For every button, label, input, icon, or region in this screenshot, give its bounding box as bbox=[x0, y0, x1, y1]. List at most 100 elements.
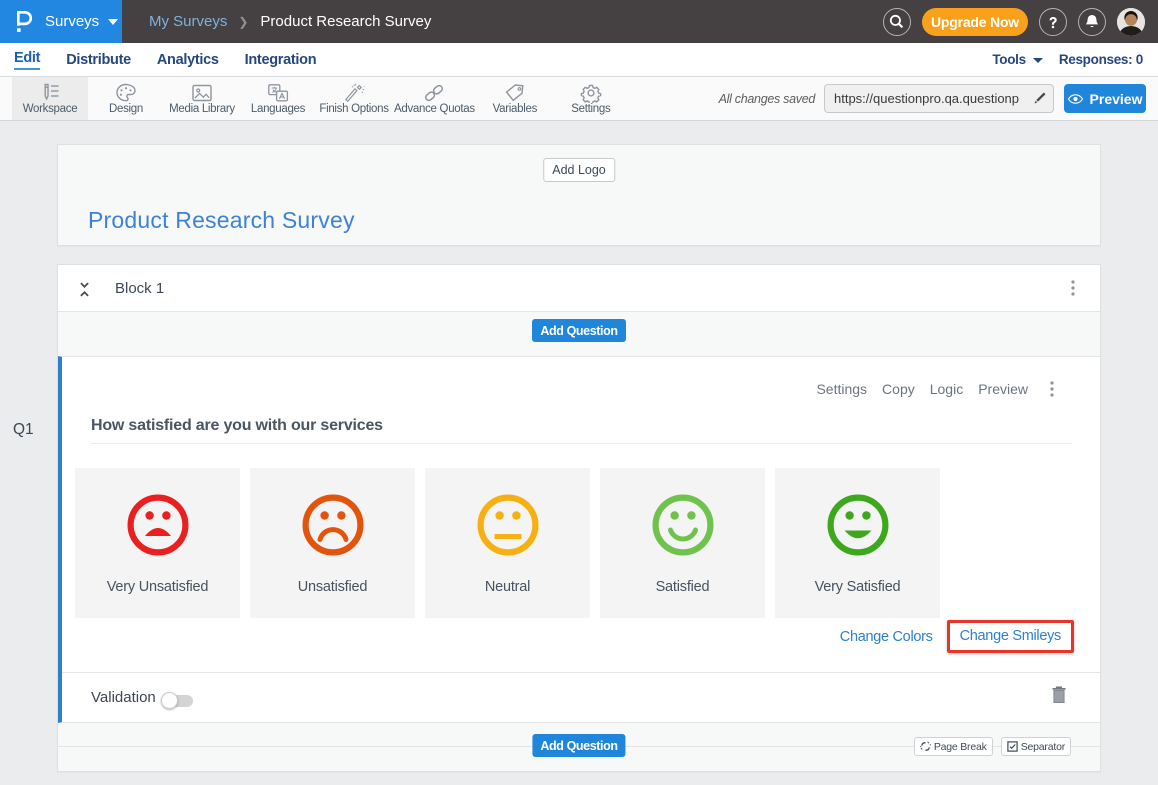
question-toolbar: Settings Copy Logic Preview bbox=[62, 357, 1100, 397]
smiley-option-very-unsatisfied[interactable]: Very Unsatisfied bbox=[75, 468, 240, 618]
question-preview-link[interactable]: Preview bbox=[978, 381, 1028, 397]
smiley-face-icon bbox=[302, 494, 364, 556]
question-copy-link[interactable]: Copy bbox=[882, 381, 915, 397]
product-menu-label: Surveys bbox=[45, 13, 99, 30]
change-smileys-link[interactable]: Change Smileys bbox=[960, 628, 1061, 644]
toolbar-item-languages[interactable]: Languages bbox=[240, 77, 316, 120]
breadcrumb-chevron-icon: ❯ bbox=[238, 15, 248, 29]
breadcrumb: My Surveys ❯ Product Research Survey bbox=[149, 0, 431, 43]
smiley-option-neutral[interactable]: Neutral bbox=[425, 468, 590, 618]
tools-menu[interactable]: Tools bbox=[992, 52, 1043, 67]
product-switcher[interactable]: Surveys bbox=[0, 0, 122, 43]
add-question-button-top[interactable]: Add Question bbox=[532, 319, 625, 342]
notifications-button[interactable] bbox=[1078, 8, 1106, 36]
smiley-label: Unsatisfied bbox=[298, 579, 368, 595]
toggle-knob bbox=[161, 692, 178, 709]
add-question-button-bottom[interactable]: Add Question bbox=[532, 734, 625, 757]
translate-icon bbox=[266, 83, 290, 103]
bell-icon bbox=[1085, 14, 1099, 29]
toolbar-item-label: Media Library bbox=[169, 103, 235, 115]
toolbar-item-label: Variables bbox=[493, 103, 537, 115]
tab-analytics[interactable]: Analytics bbox=[157, 52, 219, 68]
toolbar-item-design[interactable]: Design bbox=[88, 77, 164, 120]
smiley-face-icon bbox=[652, 494, 714, 556]
image-icon bbox=[190, 83, 214, 103]
question-mark-icon bbox=[1045, 14, 1061, 30]
toolbar-item-advance-quotas[interactable]: Advance Quotas bbox=[392, 77, 477, 120]
upgrade-now-button[interactable]: Upgrade Now bbox=[922, 8, 1028, 36]
smiley-label: Satisfied bbox=[656, 579, 710, 595]
chain-icon bbox=[421, 83, 447, 103]
breadcrumb-my-surveys[interactable]: My Surveys bbox=[149, 13, 227, 30]
page-break-button[interactable]: Page Break bbox=[914, 737, 993, 756]
tag-icon bbox=[503, 83, 527, 103]
toolbar-item-workspace[interactable]: Workspace bbox=[12, 77, 88, 120]
search-button[interactable] bbox=[883, 8, 911, 36]
toolbar-item-media-library[interactable]: Media Library bbox=[164, 77, 240, 120]
wand-icon bbox=[342, 83, 366, 103]
toolbar-item-label: Design bbox=[109, 103, 143, 115]
smiley-label: Very Unsatisfied bbox=[107, 579, 209, 595]
toolbar-item-settings[interactable]: Settings bbox=[553, 77, 629, 120]
question-card: Settings Copy Logic Preview How satisfie… bbox=[58, 356, 1100, 723]
page-break-icon bbox=[920, 741, 931, 752]
separator-icon bbox=[1007, 741, 1018, 752]
smiley-option-very-satisfied[interactable]: Very Satisfied bbox=[775, 468, 940, 618]
search-icon bbox=[889, 14, 904, 29]
gear-icon bbox=[579, 83, 603, 103]
question-text[interactable]: How satisfied are you with our services bbox=[91, 417, 383, 434]
toolbar-item-finish-options[interactable]: Finish Options bbox=[316, 77, 392, 120]
survey-url-input[interactable] bbox=[834, 91, 1032, 106]
smiley-option-satisfied[interactable]: Satisfied bbox=[600, 468, 765, 618]
toolbar-item-label: Languages bbox=[251, 103, 305, 115]
change-colors-link[interactable]: Change Colors bbox=[830, 624, 943, 650]
separator-button[interactable]: Separator bbox=[1001, 737, 1071, 756]
eye-icon bbox=[1068, 94, 1083, 104]
help-button[interactable] bbox=[1039, 8, 1067, 36]
tab-integration[interactable]: Integration bbox=[245, 52, 317, 68]
validation-label: Validation bbox=[91, 689, 156, 706]
toolbar-item-label: Settings bbox=[571, 103, 610, 115]
toolbar-item-label: Advance Quotas bbox=[394, 103, 475, 115]
question-number: Q1 bbox=[13, 421, 34, 439]
survey-header-card: Add Logo Product Research Survey bbox=[57, 144, 1101, 246]
change-smileys-highlight-box: Change Smileys bbox=[947, 620, 1074, 653]
survey-title[interactable]: Product Research Survey bbox=[88, 207, 355, 234]
toolbar-item-label: Finish Options bbox=[319, 103, 388, 115]
survey-url-box[interactable] bbox=[824, 84, 1054, 113]
user-avatar[interactable] bbox=[1117, 8, 1145, 36]
add-question-row-top: Add Question bbox=[58, 312, 1100, 356]
preview-button[interactable]: Preview bbox=[1064, 84, 1146, 113]
block-title: Block 1 bbox=[115, 280, 164, 297]
validation-toggle[interactable] bbox=[162, 695, 193, 707]
breadcrumb-current: Product Research Survey bbox=[260, 13, 431, 30]
add-logo-button[interactable]: Add Logo bbox=[543, 158, 615, 182]
page-break-label: Page Break bbox=[934, 741, 987, 753]
delete-question-trash-icon[interactable] bbox=[1052, 686, 1066, 703]
tab-edit[interactable]: Edit bbox=[14, 50, 40, 70]
block-menu-dots-icon[interactable] bbox=[1071, 280, 1075, 296]
validation-row: Validation bbox=[62, 672, 1100, 722]
chevron-down-icon bbox=[108, 19, 118, 25]
responses-link[interactable]: Responses: 0 bbox=[1059, 52, 1143, 67]
smiley-option-unsatisfied[interactable]: Unsatisfied bbox=[250, 468, 415, 618]
question-settings-link[interactable]: Settings bbox=[816, 381, 867, 397]
toolbar-item-variables[interactable]: Variables bbox=[477, 77, 553, 120]
block-footer: Add Question Page Break Separator bbox=[58, 723, 1100, 771]
toolbar-item-label: Workspace bbox=[23, 103, 78, 115]
section-nav: Edit Distribute Analytics Integration To… bbox=[0, 43, 1158, 77]
top-navbar: Surveys My Surveys ❯ Product Research Su… bbox=[0, 0, 1158, 43]
collapse-block-icon[interactable] bbox=[80, 282, 89, 297]
question-menu-dots-icon[interactable] bbox=[1050, 381, 1054, 397]
edit-url-pencil-icon[interactable] bbox=[1032, 92, 1046, 106]
question-logic-link[interactable]: Logic bbox=[930, 381, 963, 397]
smiley-face-icon bbox=[127, 494, 189, 556]
smiley-label: Very Satisfied bbox=[815, 579, 901, 595]
workspace-toolbar: Workspace Design Media Library Languages Fin… bbox=[0, 77, 1158, 121]
editor-canvas: Add Logo Product Research Survey Block 1… bbox=[0, 121, 1158, 772]
block-header: Block 1 bbox=[58, 265, 1100, 312]
avatar-image bbox=[1117, 8, 1145, 36]
smiley-face-icon bbox=[827, 494, 889, 556]
tab-distribute[interactable]: Distribute bbox=[66, 52, 131, 68]
workspace-icon bbox=[38, 83, 62, 103]
